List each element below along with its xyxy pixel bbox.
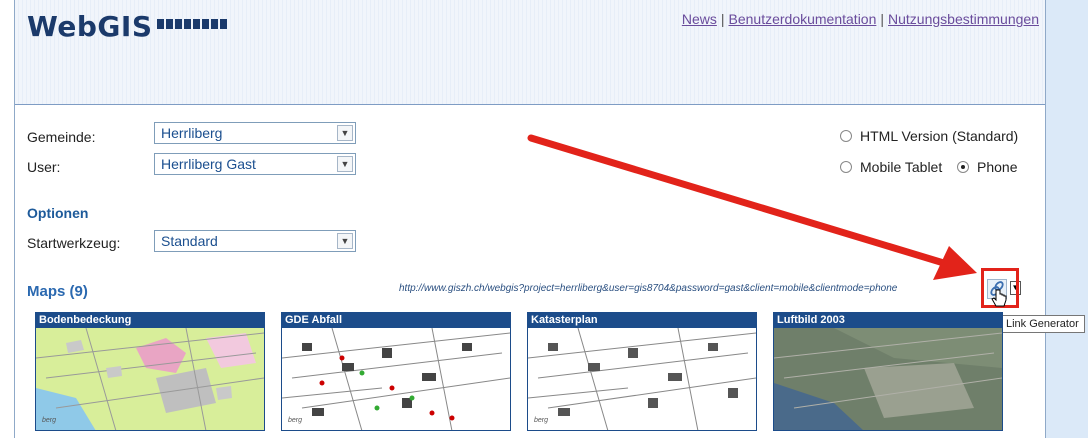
map-title: Luftbild 2003 (774, 313, 1002, 328)
map-preview-image: berg (36, 328, 264, 430)
map-thumb-katasterplan[interactable]: Katasterplan berg (527, 312, 757, 431)
map-place-label: berg (534, 417, 548, 424)
map-preview-image (774, 328, 1002, 430)
map-preview-image: berg (528, 328, 756, 430)
webgis-page: WebGIS News | Benutzerdokumentation | Nutzun… (14, 0, 1085, 438)
page-background-right (1045, 0, 1088, 438)
map-thumb-luftbild-2003[interactable]: Luftbild 2003 (773, 312, 1003, 431)
maps-title: Maps (9) (27, 283, 88, 300)
map-thumb-bodenbedeckung[interactable]: Bodenbedeckung berg (35, 312, 265, 431)
generated-url: http://www.giszh.ch/webgis?project=herrl… (399, 283, 898, 294)
hand-cursor-icon (991, 289, 1007, 307)
map-thumb-gde-abfall[interactable]: GDE Abfall berg (281, 312, 511, 431)
map-preview-image: berg (282, 328, 510, 430)
link-generator-tooltip: Link Generator (1000, 315, 1085, 333)
map-title: GDE Abfall (282, 313, 510, 328)
map-place-label: berg (288, 417, 302, 424)
map-title: Bodenbedeckung (36, 313, 264, 328)
map-place-label: berg (42, 417, 56, 424)
map-title: Katasterplan (528, 313, 756, 328)
